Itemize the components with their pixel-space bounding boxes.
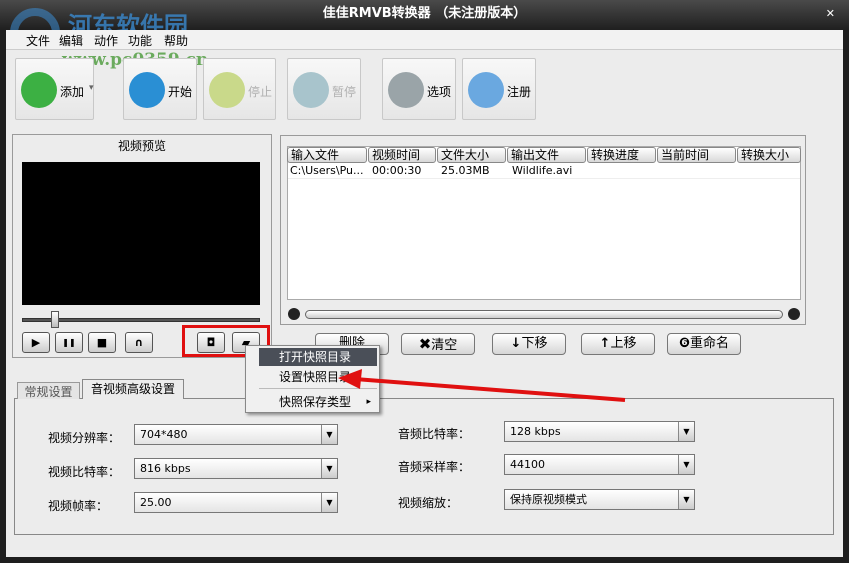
annotation-arrow bbox=[338, 369, 626, 402]
